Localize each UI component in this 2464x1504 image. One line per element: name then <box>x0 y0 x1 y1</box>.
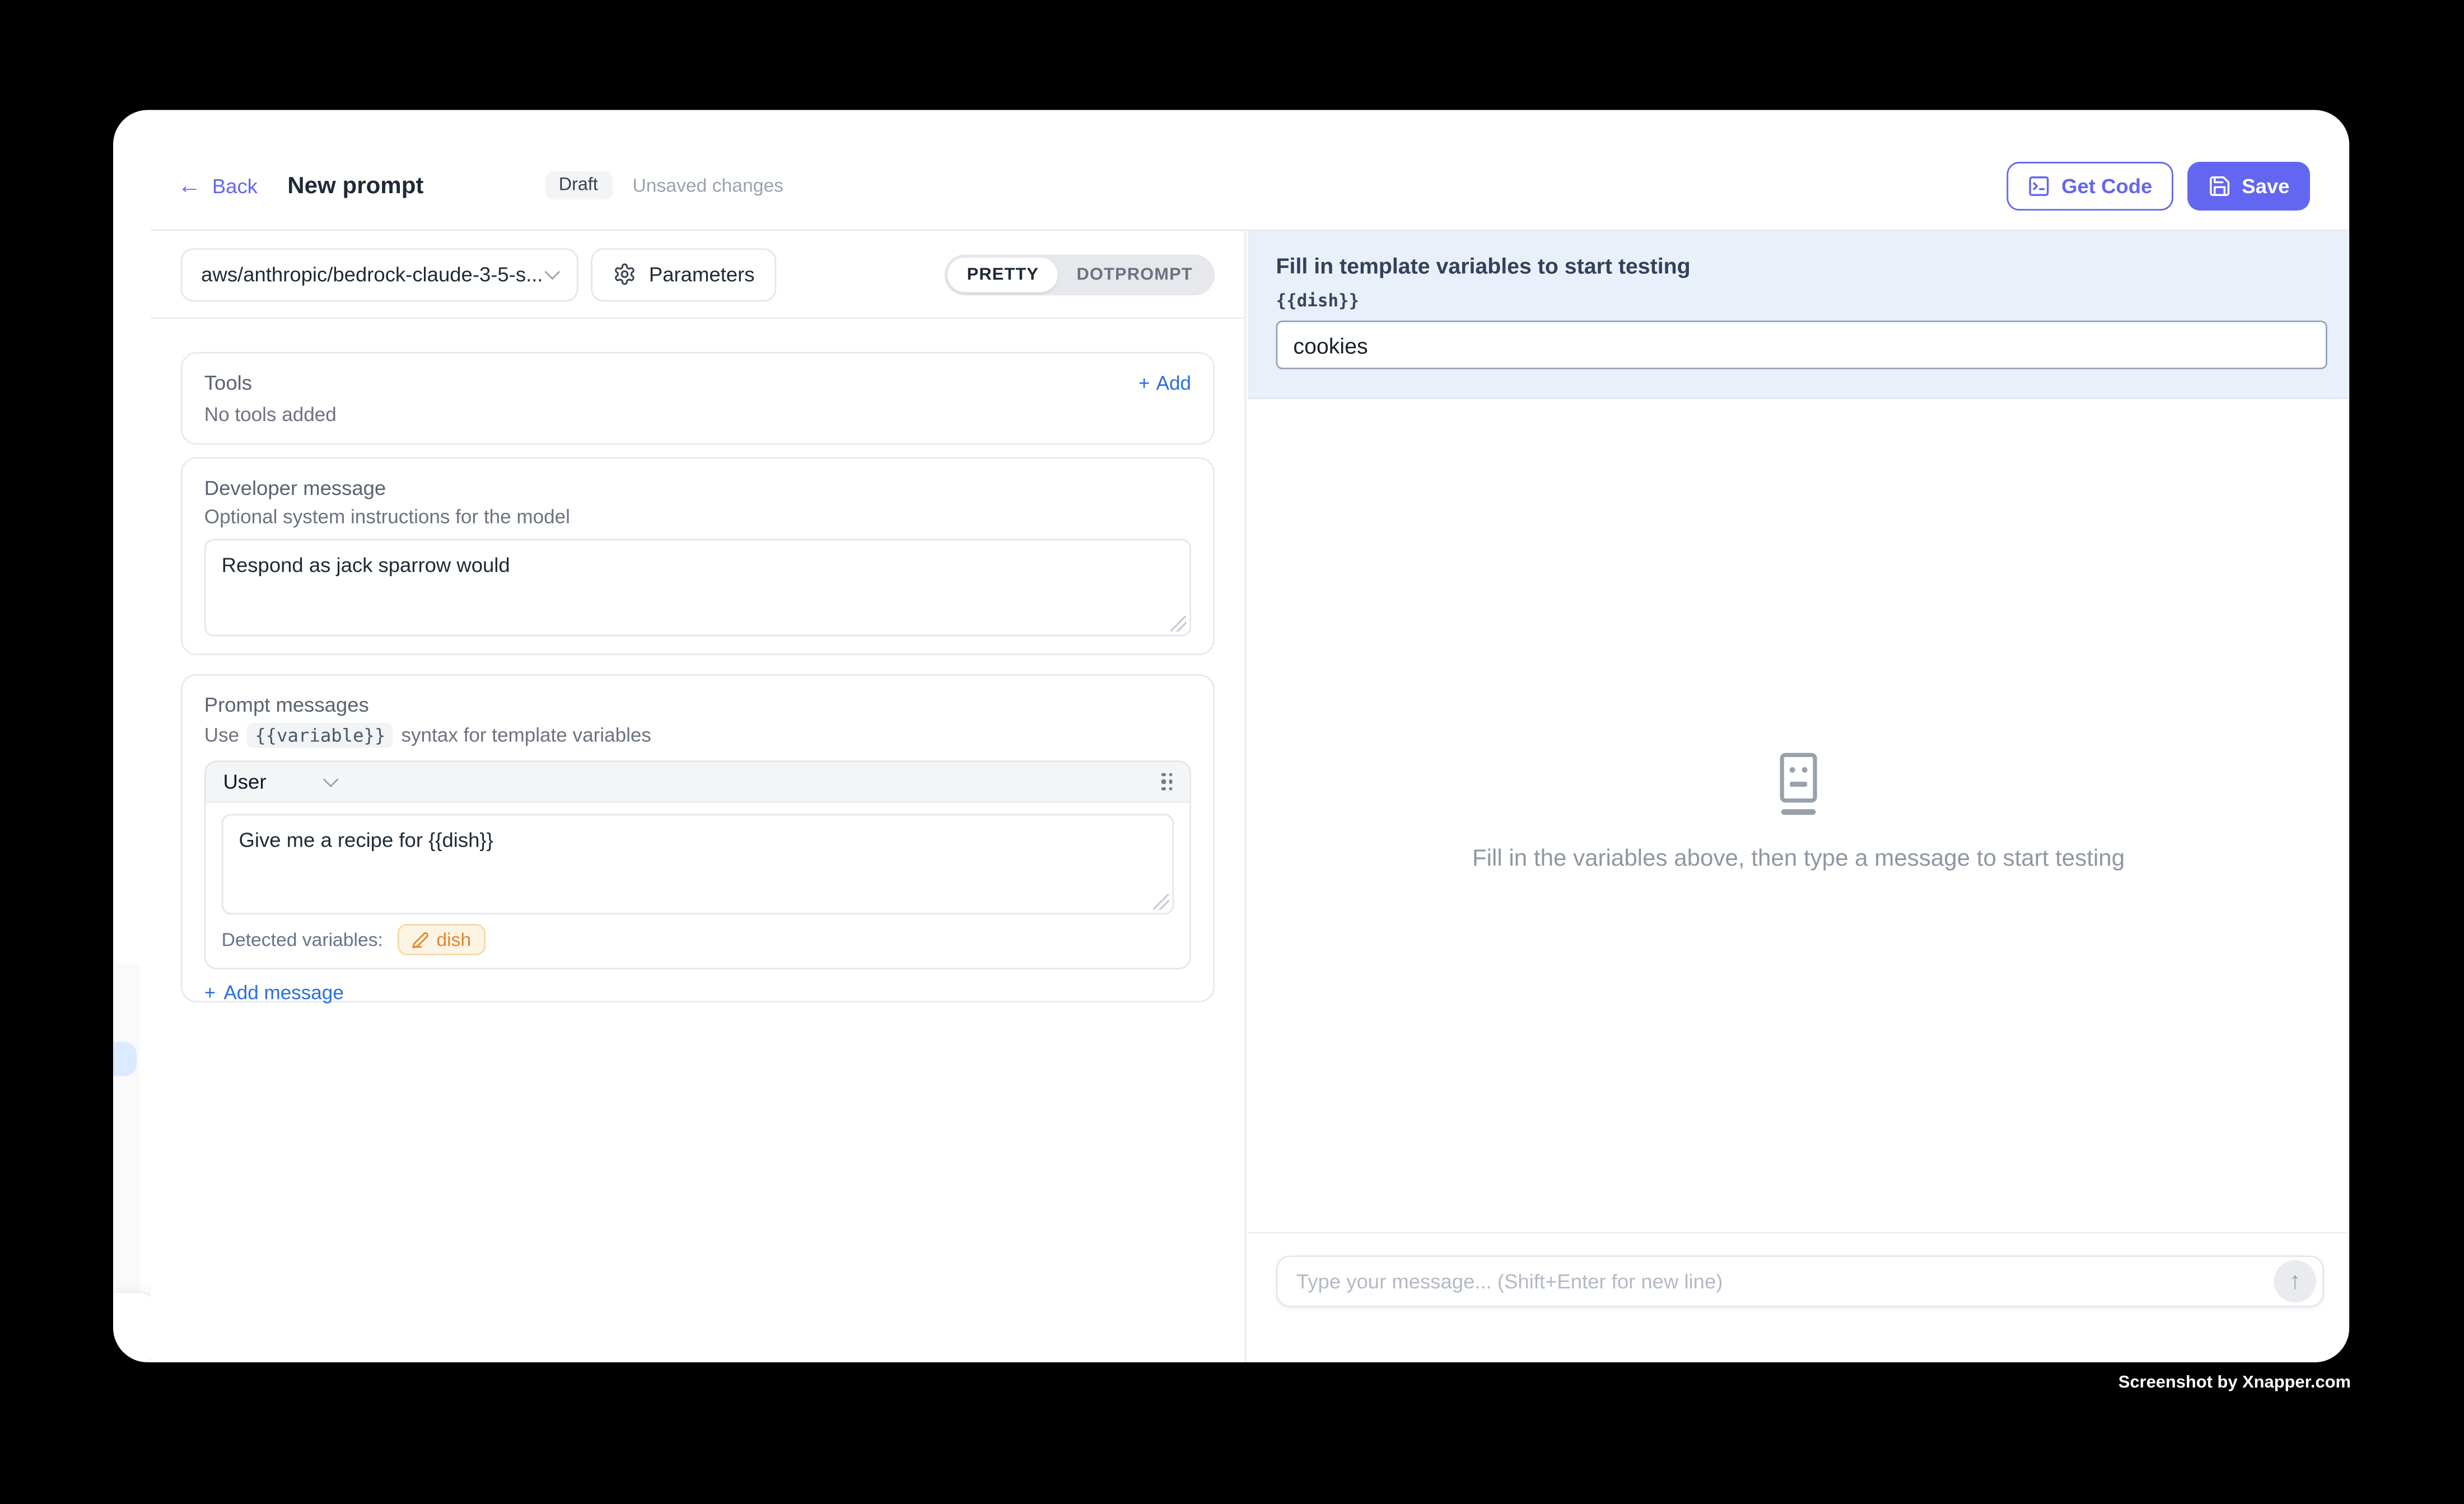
app-window: ← Back New prompt Draft Unsaved changes … <box>113 110 2349 1362</box>
prompt-editor-panel: aws/anthropic/bedrock-claude-3-5-s... Pa… <box>151 231 1246 1362</box>
message-textarea[interactable]: Give me a recipe for {{dish}} <box>222 814 1174 915</box>
message-header: User <box>206 762 1190 803</box>
get-code-label: Get Code <box>2061 174 2152 197</box>
developer-message-title: Developer message <box>204 476 1191 499</box>
drag-handle-icon[interactable] <box>1161 773 1173 791</box>
add-message-label: Add message <box>223 982 343 1004</box>
variable-syntax-chip: {{variable}} <box>247 723 393 748</box>
variable-badge-label: dish <box>436 928 471 950</box>
toggle-dotprompt[interactable]: DOTPROMPT <box>1058 257 1212 292</box>
chat-message-input[interactable] <box>1296 1269 2274 1293</box>
variable-badge-dish[interactable]: dish <box>397 924 485 955</box>
prompt-tester-panel: Fill in template variables to start test… <box>1248 231 2349 1362</box>
chevron-down-icon <box>544 264 560 280</box>
model-selector[interactable]: aws/anthropic/bedrock-claude-3-5-s... <box>181 247 578 301</box>
tools-title: Tools <box>204 371 252 394</box>
bot-face-icon <box>1779 753 1818 817</box>
message-block: User Give me a recipe for {{dish}} <box>204 760 1191 969</box>
parameters-label: Parameters <box>649 263 755 286</box>
get-code-button[interactable]: Get Code <box>2006 161 2173 210</box>
template-variables-section: Fill in template variables to start test… <box>1248 231 2349 399</box>
chat-input-bar: ↑ <box>1248 1232 2349 1362</box>
back-label: Back <box>212 174 258 197</box>
header: ← Back New prompt Draft Unsaved changes … <box>151 110 2349 231</box>
view-mode-toggle: PRETTY DOTPROMPT <box>945 254 1215 295</box>
plus-icon: + <box>1138 372 1150 394</box>
toggle-pretty[interactable]: PRETTY <box>948 257 1058 292</box>
dish-variable-input[interactable] <box>1276 320 2327 369</box>
add-tool-button[interactable]: + Add <box>1138 372 1191 394</box>
model-selector-value: aws/anthropic/bedrock-claude-3-5-s... <box>201 263 547 286</box>
page-title: New prompt <box>287 172 423 199</box>
unsaved-changes-note: Unsaved changes <box>632 174 783 196</box>
developer-message-card: Developer message Optional system instru… <box>181 457 1215 656</box>
detected-variables-label: Detected variables: <box>222 928 383 950</box>
add-tool-label: Add <box>1156 372 1191 394</box>
detected-variables-row: Detected variables: dish <box>222 921 1174 958</box>
fill-variables-title: Fill in template variables to start test… <box>1276 253 2321 278</box>
developer-message-subtitle: Optional system instructions for the mod… <box>204 506 1191 528</box>
tools-card: Tools + Add No tools added <box>181 352 1215 445</box>
model-toolbar: aws/anthropic/bedrock-claude-3-5-s... Pa… <box>151 231 1244 319</box>
gear-icon <box>613 263 636 286</box>
send-message-button[interactable]: ↑ <box>2274 1260 2316 1302</box>
pencil-icon <box>411 931 428 949</box>
hint-suffix: syntax for template variables <box>401 725 651 746</box>
header-actions: Get Code Save <box>2006 161 2310 210</box>
resize-handle-icon[interactable] <box>1171 616 1187 632</box>
collapsed-sidebar-strip <box>113 963 140 1291</box>
message-role-value: User <box>223 770 266 793</box>
plus-icon: + <box>204 982 216 1004</box>
save-button[interactable]: Save <box>2187 161 2310 210</box>
screen: ← Back New prompt Draft Unsaved changes … <box>0 0 2464 1503</box>
prompt-messages-title: Prompt messages <box>204 693 1191 716</box>
save-label: Save <box>2242 174 2289 197</box>
chat-input-container: ↑ <box>1276 1255 2325 1307</box>
terminal-icon <box>2027 174 2050 197</box>
back-button[interactable]: ← Back <box>178 174 258 197</box>
hint-prefix: Use <box>204 725 239 746</box>
message-role-select[interactable]: User <box>223 770 337 793</box>
tester-empty-text: Fill in the variables above, then type a… <box>1248 846 2349 872</box>
developer-message-textarea[interactable]: Respond as jack sparrow would <box>204 539 1191 636</box>
tools-empty-text: No tools added <box>204 404 1191 426</box>
save-icon <box>2208 174 2231 197</box>
tester-empty-state: Fill in the variables above, then type a… <box>1248 753 2349 872</box>
chevron-down-icon <box>324 772 339 787</box>
status-badge: Draft <box>545 171 612 200</box>
dish-variable-label: {{dish}} <box>1276 291 2321 311</box>
watermark: Screenshot by Xnapper.com <box>2118 1374 2351 1393</box>
back-arrow-icon: ← <box>178 174 201 197</box>
up-arrow-icon: ↑ <box>2289 1268 2301 1295</box>
parameters-button[interactable]: Parameters <box>591 247 777 301</box>
template-syntax-hint: Use {{variable}} syntax for template var… <box>204 723 1191 748</box>
resize-handle-icon[interactable] <box>1154 894 1169 910</box>
prompt-messages-card: Prompt messages Use {{variable}} syntax … <box>181 674 1215 1002</box>
collapsed-sidebar-active-item <box>113 1041 137 1076</box>
add-message-button[interactable]: + Add message <box>204 982 344 1004</box>
